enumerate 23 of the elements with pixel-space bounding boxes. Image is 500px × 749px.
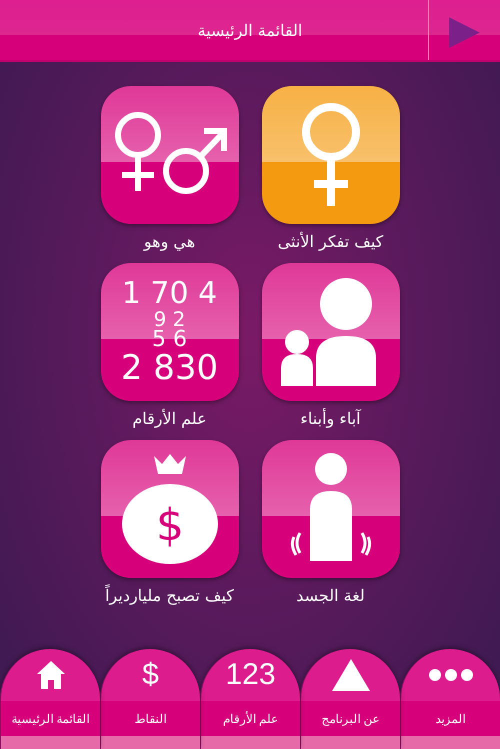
more-icon <box>428 669 472 681</box>
menu-tile[interactable]: $ <box>100 440 238 578</box>
tile-label: هي وهو <box>144 232 196 251</box>
menu-tile[interactable]: 1 70 4 9 2 5 6 2 830 <box>100 263 238 401</box>
menu-tile[interactable] <box>262 86 400 224</box>
tile-label: علم الأرقام <box>132 409 207 428</box>
menu-tile[interactable] <box>262 440 400 578</box>
tile-label: آباء وأبناء <box>300 409 361 428</box>
tab-glyph: 123 <box>225 660 276 690</box>
menu-tile[interactable] <box>100 86 238 224</box>
tile-label: لغة الجسد <box>296 586 365 605</box>
menu-tile[interactable] <box>262 263 400 401</box>
triangle-icon <box>332 659 370 691</box>
tab-button[interactable]: القائمة الرئيسية <box>0 649 100 749</box>
numbers-drawing: 1 70 4 9 2 5 6 2 830 <box>120 279 218 385</box>
home-icon <box>36 661 64 689</box>
tile-label: كيف تصبح مليارديراً <box>105 586 234 605</box>
tab-button[interactable]: $ النقاط <box>100 649 200 749</box>
tile-label: كيف تفكر الأنثى <box>278 232 384 251</box>
tab-glyph: $ <box>142 660 159 690</box>
tab-button[interactable]: عن البرنامج <box>300 649 400 749</box>
tab-button[interactable]: المزيد <box>400 649 500 749</box>
header-title: القائمة الرئيسية <box>198 20 302 40</box>
